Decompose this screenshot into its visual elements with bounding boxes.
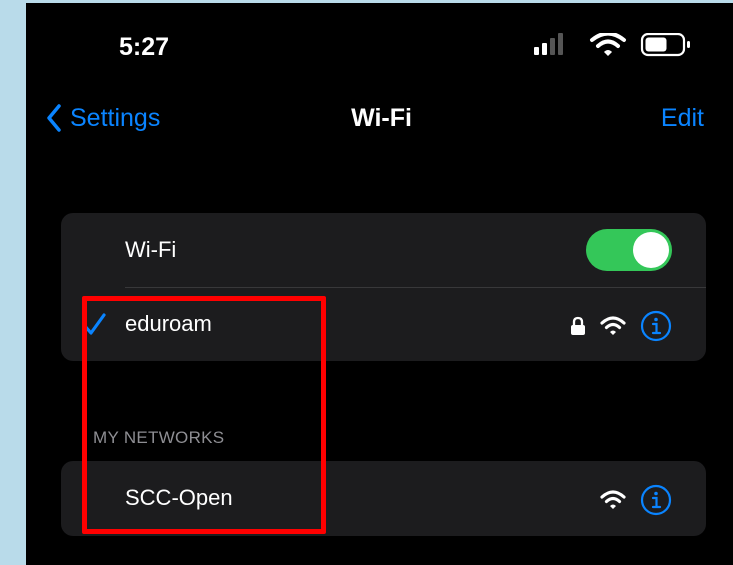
network-row-scc-open[interactable]: SCC-Open xyxy=(61,461,706,535)
network-name: eduroam xyxy=(125,311,212,336)
section-header-my-networks: MY NETWORKS xyxy=(93,428,225,447)
edit-button[interactable]: Edit xyxy=(661,104,704,133)
phone-screen: 5:27 Settings Wi-Fi Edit Wi-Fi eduroam M… xyxy=(26,3,733,565)
wifi-icon xyxy=(600,316,626,335)
wifi-toggle-row: Wi-Fi xyxy=(61,213,706,288)
toggle-knob xyxy=(633,232,669,268)
info-icon[interactable] xyxy=(640,484,672,516)
wifi-icon xyxy=(600,490,626,509)
checkmark-icon xyxy=(82,313,106,335)
info-icon[interactable] xyxy=(640,310,672,342)
page-title: Wi-Fi xyxy=(26,104,733,133)
wifi-toggle-switch[interactable] xyxy=(586,229,672,271)
wifi-icon xyxy=(590,33,626,56)
signal-icon xyxy=(534,33,563,55)
network-name: SCC-Open xyxy=(125,485,233,510)
network-status-icons xyxy=(556,310,672,342)
battery-icon xyxy=(640,33,690,57)
lock-icon xyxy=(571,316,585,335)
network-row-eduroam[interactable]: eduroam xyxy=(61,287,706,361)
my-networks-group: SCC-Open xyxy=(61,461,706,536)
wifi-toggle-label: Wi-Fi xyxy=(125,237,177,262)
page-title-text: Wi-Fi xyxy=(351,104,412,132)
network-status-icons xyxy=(586,484,672,516)
wifi-settings-group: Wi-Fi eduroam xyxy=(61,213,706,361)
status-time: 5:27 xyxy=(119,33,170,61)
status-icons xyxy=(534,33,690,57)
